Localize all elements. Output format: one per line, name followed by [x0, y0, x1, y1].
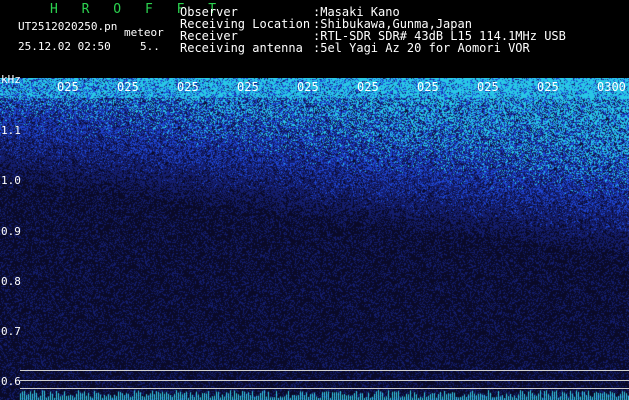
- time-tick-label: 025: [117, 80, 139, 94]
- meteor-count: 5..: [140, 40, 160, 53]
- time-tick-label: 025: [537, 80, 559, 94]
- time-tick-label: 025: [417, 80, 439, 94]
- info-antenna-key: Receiving antenna: [180, 41, 303, 55]
- time-tick-label: 025: [177, 80, 199, 94]
- meteor-label: meteor: [124, 26, 164, 39]
- file-name: UT2512020250.pn: [18, 20, 118, 33]
- time-tick-label: 025: [237, 80, 259, 94]
- y-tick-label: 0.8: [1, 275, 21, 288]
- spectrogram-canvas: [0, 78, 629, 400]
- reference-line: [20, 370, 629, 371]
- timestamp: 25.12.02 02:50: [18, 40, 111, 53]
- time-tick-label: 025: [297, 80, 319, 94]
- time-tick-label: 025: [357, 80, 379, 94]
- y-tick-label: 0.7: [1, 325, 21, 338]
- time-tick-label: 025: [477, 80, 499, 94]
- time-tick-label: 025: [57, 80, 79, 94]
- info-antenna-value: :5el Yagi Az 20 for Aomori VOR: [313, 41, 530, 55]
- y-tick-label: 0.6: [1, 375, 21, 388]
- reference-line: [20, 380, 629, 381]
- y-tick-label: 0.9: [1, 225, 21, 238]
- time-tick-label: 0300: [597, 80, 626, 94]
- y-tick-label: 1.0: [1, 174, 21, 187]
- y-tick-label: 1.1: [1, 124, 21, 137]
- y-axis-unit: kHz: [1, 73, 21, 86]
- reference-line: [20, 388, 629, 389]
